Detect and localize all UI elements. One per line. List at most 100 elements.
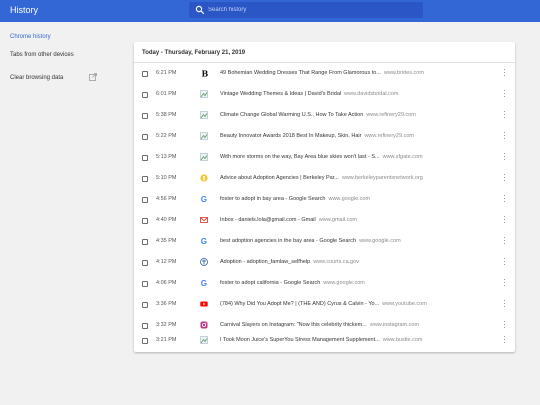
sidebar-item-tabs-other-devices[interactable]: Tabs from other devices (10, 52, 74, 58)
entry-title: Carnival Slayers on Instagram: "Now this… (220, 322, 367, 328)
more-actions-icon[interactable] (503, 153, 506, 162)
entry-checkbox[interactable] (142, 239, 148, 245)
more-actions-icon[interactable] (503, 237, 506, 246)
more-actions-icon[interactable] (503, 111, 506, 120)
more-actions-icon[interactable] (503, 174, 506, 183)
entry-checkbox[interactable] (142, 92, 148, 98)
entry-domain: www.gmail.com (318, 217, 357, 223)
entry-time: 4:12 PM (156, 259, 177, 265)
entry-checkbox[interactable] (142, 323, 148, 329)
more-actions-icon[interactable] (503, 216, 506, 225)
more-actions-icon[interactable] (503, 300, 506, 309)
entry-checkbox[interactable] (142, 134, 148, 140)
entry-title: Inbox - daniels.lola@gmail.com - Gmail (220, 217, 316, 223)
entry-title: Advice about Adoption Agencies | Berkele… (220, 175, 339, 181)
broken-image-icon (200, 111, 208, 119)
toolbar: History (0, 0, 540, 22)
entry-checkbox[interactable] (142, 338, 148, 344)
entry-link[interactable]: Beauty Innovator Awards 2018 Best In Mak… (220, 133, 414, 139)
entry-domain: www.google.com (323, 280, 365, 286)
svg-text:B: B (202, 69, 209, 77)
entry-domain: www.google.com (328, 196, 371, 202)
entry-checkbox[interactable] (142, 113, 148, 119)
entry-checkbox[interactable] (142, 218, 148, 224)
entry-link[interactable]: Advice about Adoption Agencies | Berkele… (220, 175, 423, 181)
open-in-new-icon (89, 73, 97, 81)
history-entry: 4:40 PM Inbox - daniels.lola@gmail.com -… (134, 212, 515, 232)
entry-domain: www.sfgate.com (382, 154, 423, 160)
entry-link[interactable]: Vintage Wedding Themes & Ideas | David's… (220, 91, 399, 97)
entry-time: 5:10 PM (156, 175, 177, 181)
more-actions-icon[interactable] (503, 195, 506, 204)
entry-link[interactable]: Carnival Slayers on Instagram: "Now this… (220, 322, 419, 328)
more-actions-icon[interactable] (503, 321, 506, 330)
search-icon (195, 5, 205, 15)
search-box[interactable] (189, 2, 423, 18)
entry-link[interactable]: With more storms on the way, Bay Area bl… (220, 154, 423, 160)
more-actions-icon[interactable] (503, 279, 506, 288)
history-entry: 5:13 PM With more storms on the way, Bay… (134, 149, 515, 169)
history-entry: 5:38 PM Climate Change Global Warming U.… (134, 107, 515, 127)
entry-title: foster to adopt california - Google Sear… (220, 280, 321, 286)
youtube-icon (200, 301, 208, 307)
entry-checkbox[interactable] (142, 197, 148, 203)
app-title: History (10, 5, 39, 15)
entry-checkbox[interactable] (142, 260, 148, 266)
entry-domain: www.brides.com (383, 70, 424, 76)
entry-domain: www.youtube.com (382, 301, 427, 307)
entry-domain: www.bustle.com (382, 337, 423, 343)
brides-logo-icon: B (202, 69, 209, 77)
entry-link[interactable]: Inbox - daniels.lola@gmail.com - Gmail ww… (220, 217, 357, 223)
entry-checkbox[interactable] (142, 71, 148, 77)
entry-link[interactable]: Climate Change Global Warming U.S., How … (220, 112, 416, 118)
svg-text:G: G (201, 195, 207, 203)
entry-title: Vintage Wedding Themes & Ideas | David's… (220, 91, 342, 97)
entry-link[interactable]: Adoption - adoption_famlaw_selfhelp www.c… (220, 259, 359, 265)
google-icon: G (201, 279, 207, 287)
more-actions-icon[interactable] (503, 336, 506, 345)
entry-title: (784) Why Did You Adopt Me? | (THE AND) … (220, 301, 380, 307)
entry-link[interactable]: (784) Why Did You Adopt Me? | (THE AND) … (220, 301, 427, 307)
entry-domain: www.instagram.com (369, 322, 420, 328)
history-entry: 3:21 PM I Took Moon Juice's SuperYou Str… (134, 332, 515, 352)
search-input[interactable] (208, 2, 418, 18)
entry-title: Climate Change Global Warming U.S., How … (220, 112, 364, 118)
entry-domain: www.berkeleyparentsnetwork.org (341, 175, 423, 181)
entry-link[interactable]: foster to adopt in bay area - Google Sea… (220, 196, 370, 202)
sidebar-item-clear-browsing-data[interactable]: Clear browsing data (10, 75, 63, 81)
more-actions-icon[interactable] (503, 90, 506, 99)
entry-checkbox[interactable] (142, 176, 148, 182)
entry-time: 5:22 PM (156, 133, 177, 139)
entry-checkbox[interactable] (142, 302, 148, 308)
entry-domain: www.refinery29.com (364, 133, 414, 139)
more-actions-icon[interactable] (503, 258, 506, 267)
entry-time: 6:21 PM (156, 70, 177, 76)
history-card: Today - Thursday, February 21, 2019 6:21… (134, 42, 515, 352)
entry-time: 4:40 PM (156, 217, 177, 223)
entry-checkbox[interactable] (142, 281, 148, 287)
sidebar-item-chrome-history[interactable]: Chrome history (10, 34, 51, 40)
entry-time: 4:35 PM (156, 238, 177, 244)
entry-link[interactable]: I Took Moon Juice's SuperYou Stress Mana… (220, 337, 422, 343)
sidebar: Chrome history Tabs from other devices C… (0, 22, 120, 405)
instagram-icon (200, 321, 208, 329)
entry-link[interactable]: best adoption agencies in the bay area -… (220, 238, 401, 244)
entry-time: 3:36 PM (156, 301, 177, 307)
entry-title: Adoption - adoption_famlaw_selfhelp (220, 259, 311, 265)
more-actions-icon[interactable] (503, 69, 506, 78)
broken-image-icon (200, 153, 208, 161)
entry-time: 5:13 PM (156, 154, 177, 160)
history-entry: 5:22 PM Beauty Innovator Awards 2018 Bes… (134, 128, 515, 148)
entry-link[interactable]: foster to adopt california - Google Sear… (220, 280, 365, 286)
entry-title: foster to adopt in bay area - Google Sea… (220, 196, 326, 202)
courts-seal-icon (200, 258, 208, 266)
entry-link[interactable]: 49 Bohemian Wedding Dresses That Range F… (220, 70, 424, 76)
google-icon: G (201, 237, 207, 245)
google-icon: G (201, 195, 207, 203)
entry-checkbox[interactable] (142, 155, 148, 161)
history-entry: 5:10 PM Advice about Adoption Agencies |… (134, 170, 515, 190)
entry-title: Beauty Innovator Awards 2018 Best In Mak… (220, 133, 362, 139)
history-entry: 6:21 PM B 49 Bohemian Wedding Dresses Th… (134, 65, 515, 85)
svg-text:G: G (201, 237, 207, 245)
more-actions-icon[interactable] (503, 132, 506, 141)
